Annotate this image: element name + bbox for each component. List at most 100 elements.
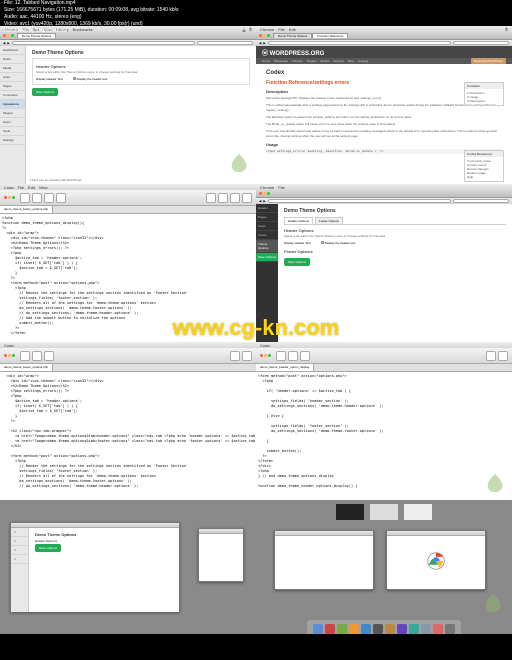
page-title: Demo Theme Options	[284, 208, 506, 214]
dock-app-icon[interactable]	[397, 624, 407, 634]
desc-p2: The $sanitize option is passed into sani…	[266, 115, 502, 120]
pane-wp-admin-2: ChromeFile ◀▶ Header Pages Posts Footer …	[256, 184, 512, 342]
browser-tab[interactable]: Demo Theme Options	[273, 33, 312, 38]
pane-editor-4: Coda demo_theme_header_option_display <f…	[256, 342, 512, 500]
editor-tab[interactable]: demo_theme_header_option_display	[256, 364, 314, 371]
code-area[interactable]: <form method="post" action="options.php"…	[256, 372, 512, 500]
toolbar-btn[interactable]	[206, 193, 216, 203]
desc-p3: The $hide_on_update option will cause er…	[266, 122, 502, 127]
dock-trash-icon[interactable]	[445, 624, 455, 634]
nav-home[interactable]: Home	[262, 59, 270, 63]
browser-tab-2[interactable]: Function Reference	[312, 33, 348, 38]
usage-heading: Usage	[266, 142, 502, 147]
space-thumb[interactable]	[370, 504, 398, 520]
tab-header[interactable]: Header Options	[284, 217, 313, 224]
sidebar-posts[interactable]: Posts	[0, 55, 25, 64]
wp-footer: Thank you for creating with WordPress.	[30, 178, 82, 182]
sidebar-comments[interactable]: Comments	[0, 91, 25, 100]
code-area[interactable]: <?php function demo_theme_options_displa…	[0, 214, 256, 342]
page-title: Demo Theme Options	[32, 50, 250, 56]
pane-expose-1: □□□□ Demo Theme OptionsHeader OptionsSav…	[0, 500, 256, 634]
sidebar-plugins[interactable]: Plugins	[0, 109, 25, 118]
toolbar-btn[interactable]	[32, 193, 42, 203]
toolbar-btn[interactable]	[56, 193, 66, 203]
sidebar-settings[interactable]: Settings	[0, 136, 25, 145]
dock-app-icon[interactable]	[433, 624, 443, 634]
url-field[interactable]	[12, 41, 195, 45]
sb-posts[interactable]: Posts	[256, 222, 278, 231]
search-field[interactable]	[197, 41, 253, 45]
codex-title: Codex	[266, 70, 502, 76]
section-header: Header Options	[36, 64, 246, 69]
footer-h: Footer Options	[284, 249, 506, 254]
nav-host[interactable]: Hosting	[358, 59, 368, 63]
nav-plugins[interactable]: Plugins	[307, 59, 317, 63]
fwd-icon[interactable]: ▶	[7, 41, 9, 45]
dock-app-icon[interactable]	[349, 624, 359, 634]
option-label: Display Header Text	[36, 77, 63, 81]
nav-themes[interactable]: Themes	[292, 59, 303, 63]
nav-support[interactable]: Support	[333, 59, 344, 63]
wp-sidebar-dark: Header Pages Posts Footer Theme Options …	[256, 204, 278, 342]
editor-tab[interactable]: demo_theme_footer_options.php	[0, 206, 53, 213]
dock-app-icon[interactable]	[421, 624, 431, 634]
dock-app-icon[interactable]	[325, 624, 335, 634]
sidebar-users[interactable]: Users	[0, 118, 25, 127]
sb-save[interactable]: Save Options	[256, 253, 278, 262]
dock-app-icon[interactable]	[373, 624, 383, 634]
space-thumb[interactable]	[336, 504, 364, 520]
dock-app-icon[interactable]	[385, 624, 395, 634]
toolbar-btn[interactable]	[20, 193, 30, 203]
sb-pages[interactable]: Pages	[256, 213, 278, 222]
checkbox-label: Display the header text	[77, 77, 108, 81]
chrome-icon	[427, 552, 445, 570]
sidebar-links[interactable]: Links	[0, 73, 25, 82]
pane-editor-3: Coda demo_theme_footer_options.php <div …	[0, 342, 256, 500]
contents-box: Contents1 Description2 Usage3 Parameters	[464, 82, 504, 106]
toolbar-btn[interactable]	[242, 193, 252, 203]
mini-window[interactable]: □□□□ Demo Theme OptionsHeader OptionsSav…	[10, 522, 180, 612]
nav-showcase[interactable]: Showcase	[274, 59, 288, 63]
nav-blog[interactable]: Blog	[348, 59, 354, 63]
sb-themeopts[interactable]: Theme Options	[256, 240, 278, 253]
sidebar-dashboard[interactable]: Dashboard	[0, 46, 25, 55]
space-thumb[interactable]	[404, 504, 432, 520]
nav-mobile[interactable]: Mobile	[321, 59, 330, 63]
sidebar-appearance[interactable]: Appearance	[0, 100, 25, 109]
dock-app-icon[interactable]	[361, 624, 371, 634]
sb-footer[interactable]: Footer	[256, 231, 278, 240]
editor-toolbar	[0, 190, 256, 206]
dock-app-icon[interactable]	[337, 624, 347, 634]
toolbar-btn[interactable]	[230, 193, 240, 203]
save-button[interactable]: Save Options	[284, 258, 310, 266]
header-text-checkbox[interactable]	[73, 77, 76, 80]
resources-box: Codex Resources Community portalCurrent …	[464, 150, 504, 182]
sidebar-pages[interactable]: Pages	[0, 82, 25, 91]
toolbar-btn[interactable]	[44, 193, 54, 203]
section-caption: Select a tab within the Theme Options me…	[284, 234, 506, 238]
checkbox[interactable]	[321, 241, 324, 244]
code-area[interactable]: <div id="wrap"> <div id="icon-themes" cl…	[0, 372, 256, 500]
pane-expose-2	[256, 500, 512, 634]
chk-text: Display the header text	[325, 241, 356, 245]
pane-wporg-codex: ChromeFileEdit⏱ Demo Theme OptionsFuncti…	[256, 26, 512, 184]
dock	[307, 620, 461, 634]
back-icon[interactable]: ◀	[3, 41, 5, 45]
opt-label: Display Header Text	[284, 241, 311, 245]
editor-tab[interactable]: demo_theme_footer_options.php	[0, 364, 53, 371]
mini-window[interactable]	[386, 530, 486, 590]
save-button[interactable]: Save Options	[32, 88, 58, 96]
mini-window-2[interactable]	[198, 528, 244, 582]
dock-finder-icon[interactable]	[313, 624, 323, 634]
section-caption: Select a tab within the Theme Options me…	[36, 70, 246, 74]
dock-app-icon[interactable]	[409, 624, 419, 634]
sidebar-tools[interactable]: Tools	[0, 127, 25, 136]
wporg-header: ⓦ WORDPRESS.ORG	[256, 46, 512, 58]
tab-footer[interactable]: Footer Options	[315, 217, 343, 224]
sidebar-media[interactable]: Media	[0, 64, 25, 73]
mini-window[interactable]	[274, 530, 374, 590]
pane-editor-1: CodaFileEditView demo_theme_footer_optio…	[0, 184, 256, 342]
sb-header[interactable]: Header	[256, 204, 278, 213]
toolbar-btn[interactable]	[218, 193, 228, 203]
pane-wp-admin-1: Chrome FileEditViewHistoryBookmarks ⧋⏱ D…	[0, 26, 256, 184]
